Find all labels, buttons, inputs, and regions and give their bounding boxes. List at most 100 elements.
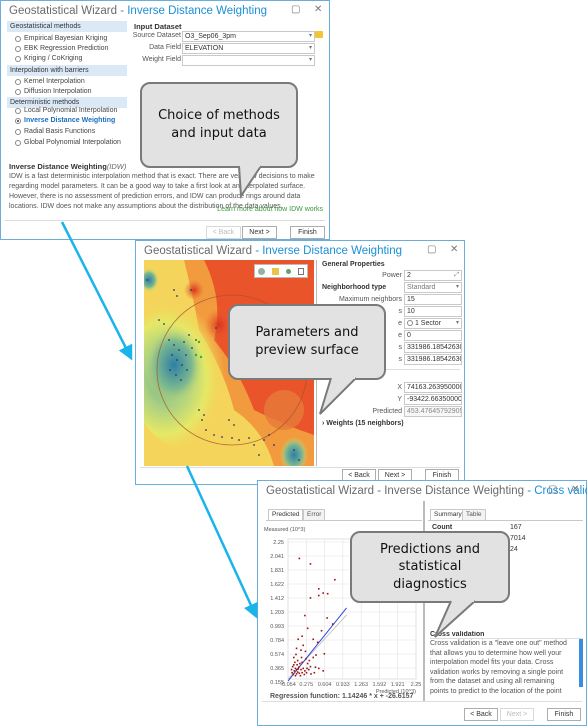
data-point [302, 644, 305, 647]
close-icon[interactable]: ✕ [314, 4, 322, 15]
y-tick-label: 2.041 [270, 554, 284, 560]
sector-type-select[interactable]: 1 Sector ▾ [404, 318, 462, 329]
layer-icon[interactable] [272, 267, 280, 275]
data-point [297, 638, 300, 641]
method-option[interactable]: Empirical Bayesian Kriging [15, 35, 107, 42]
data-point [322, 670, 325, 672]
min-neighbors-input[interactable]: 10 [404, 306, 462, 317]
back-button[interactable]: < Back [206, 226, 241, 239]
data-point [298, 672, 301, 675]
y-tick-label: 1.412 [270, 596, 284, 602]
data-point [300, 656, 303, 659]
method-option[interactable]: Diffusion Interpolation [15, 88, 92, 95]
section-geostatistical: Geostatistical methods [7, 21, 127, 32]
back-button[interactable]: < Back [464, 708, 498, 721]
finish-button[interactable]: Finish [547, 708, 581, 721]
section-barriers: Interpolation with barriers [7, 65, 127, 76]
radio-icon[interactable] [15, 139, 21, 146]
next-button[interactable]: Next > [242, 226, 277, 239]
data-point [304, 650, 307, 653]
scrollbar[interactable] [579, 639, 583, 687]
y-tick-label: 0.155 [270, 680, 284, 686]
arrow-1-to-2 [60, 221, 133, 361]
method-option-selected[interactable]: Inverse Distance Weighting [15, 117, 115, 124]
method-option[interactable]: Kriging / CoKriging [15, 55, 82, 62]
major-semiaxis-input[interactable]: 331986.185426301 [404, 342, 462, 353]
y-tick-label: 2.25 [273, 540, 284, 546]
radio-icon[interactable] [15, 107, 21, 114]
y-input[interactable]: -93422.6635000003 [404, 394, 462, 405]
predicted-value: 453.476457929051 [404, 406, 462, 417]
method-option[interactable]: EBK Regression Prediction [15, 45, 108, 52]
data-point [292, 656, 295, 659]
radio-icon[interactable] [15, 78, 21, 85]
data-point [306, 662, 309, 665]
method-option[interactable]: Radial Basis Functions [15, 128, 95, 135]
tab-error[interactable]: Error [303, 509, 326, 520]
method-option[interactable]: Local Polynomial Interpolation [15, 107, 117, 114]
maximize-icon[interactable]: ▢ [548, 484, 557, 495]
browse-folder-icon[interactable] [315, 31, 323, 38]
tab-table[interactable]: Table [462, 509, 486, 520]
window-title: Geostatistical Wizard - Inverse Distance… [9, 5, 268, 17]
source-dataset-label: Source Dataset [132, 32, 181, 39]
next-button[interactable]: Next > [500, 708, 534, 721]
data-point [309, 665, 312, 668]
method-option[interactable]: Kernel Interpolation [15, 78, 85, 85]
data-point [307, 668, 310, 671]
legend-icon[interactable] [297, 267, 304, 275]
chevron-down-icon: ▾ [308, 57, 312, 63]
callout-parameters: Parameters and preview surface [228, 304, 386, 380]
data-point [296, 659, 299, 662]
tab-predicted[interactable]: Predicted [268, 509, 304, 520]
y-tick-label: 1.831 [270, 568, 284, 574]
radio-icon[interactable] [15, 45, 21, 52]
tab-summary[interactable]: Summary [430, 509, 466, 520]
weight-field-select[interactable]: ▾ [182, 55, 315, 66]
neighborhood-type-select[interactable]: Standard ▾ [404, 282, 462, 293]
source-dataset-select[interactable]: O3_Sep06_3pm ▾ [182, 31, 315, 42]
radio-icon[interactable] [15, 88, 21, 95]
method-option[interactable]: Global Polynomial Interpolation [15, 139, 121, 146]
data-point [291, 671, 293, 674]
data-point [299, 674, 302, 677]
data-point [304, 614, 306, 617]
x-tick-label: 0.933 [336, 682, 350, 688]
radio-icon[interactable] [15, 35, 21, 42]
points-icon[interactable] [285, 268, 291, 274]
power-label: Power [382, 272, 402, 279]
data-point [297, 668, 300, 670]
x-input[interactable]: 74163.2639500005 [404, 382, 462, 393]
data-point [322, 592, 325, 594]
x-tick-label: 0.275 [299, 682, 313, 688]
y-tick-label: 0.365 [270, 666, 284, 672]
data-point [300, 649, 302, 651]
power-input[interactable]: 2 ⤢ [404, 270, 462, 281]
angle-input[interactable]: 0 [404, 330, 462, 341]
x-tick-label: 1.921 [391, 682, 405, 688]
close-icon[interactable]: ✕ [450, 244, 458, 255]
finish-button[interactable]: Finish [290, 226, 325, 239]
max-neighbors-input[interactable]: 15 [404, 294, 462, 305]
chevron-right-icon: › [322, 420, 325, 427]
weights-expander[interactable]: › Weights (15 neighbors) [322, 420, 404, 427]
data-field-select[interactable]: ELEVATION ▾ [182, 43, 315, 54]
weight-field-label: Weight Field [142, 56, 181, 63]
data-point [295, 668, 298, 671]
radio-selected-icon[interactable] [15, 117, 21, 124]
learn-more-link[interactable]: Learn more about how IDW works [217, 206, 323, 213]
window-title: Geostatistical Wizard - Inverse Distance… [266, 485, 587, 497]
data-field-label: Data Field [149, 44, 181, 51]
close-icon[interactable]: ✕ [571, 484, 579, 495]
maximize-icon[interactable]: ▢ [427, 244, 436, 255]
radio-icon[interactable] [15, 128, 21, 135]
globe-icon[interactable] [258, 267, 266, 275]
optimize-icon[interactable]: ⤢ [454, 271, 459, 280]
sector-icon [407, 320, 413, 327]
wizard-window-cross-validation: Geostatistical Wizard - Inverse Distance… [257, 480, 587, 726]
data-point [310, 673, 312, 675]
maximize-icon[interactable]: ▢ [291, 4, 300, 15]
data-point [290, 668, 293, 671]
radio-icon[interactable] [15, 55, 21, 62]
minor-semiaxis-input[interactable]: 331986.185426301 [404, 354, 462, 365]
